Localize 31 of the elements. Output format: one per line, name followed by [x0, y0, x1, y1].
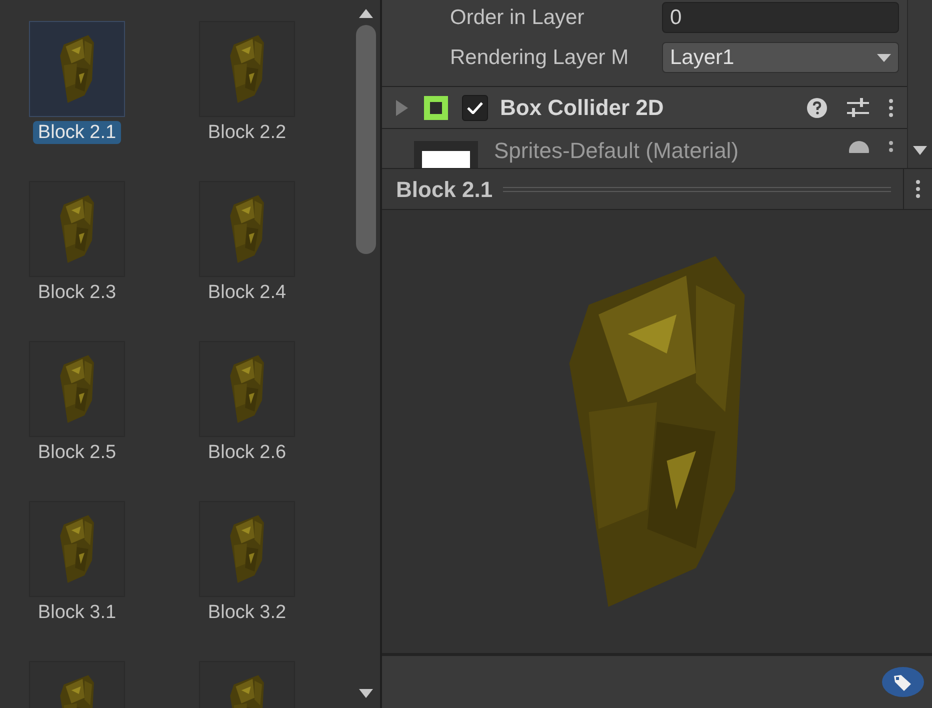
- enable-checkbox[interactable]: [462, 94, 488, 121]
- number-field[interactable]: 0: [662, 2, 899, 33]
- help-icon[interactable]: [849, 141, 869, 154]
- material-name: Sprites-Default (Material): [494, 138, 740, 164]
- checkmark-icon: [467, 102, 483, 114]
- collider-icon: [424, 96, 448, 120]
- scroll-up-arrow-icon[interactable]: [359, 9, 373, 18]
- asset-label[interactable]: Block 2.4: [202, 281, 292, 304]
- asset-label[interactable]: Block 2.3: [32, 281, 122, 304]
- more-options-icon[interactable]: [889, 98, 893, 117]
- asset-label[interactable]: Block 3.1: [32, 601, 122, 624]
- layer-dropdown[interactable]: Layer1: [662, 42, 899, 73]
- more-options-icon[interactable]: [916, 180, 920, 198]
- dropdown-caret-icon: [877, 54, 891, 62]
- asset-label[interactable]: Block 2.6: [202, 441, 292, 464]
- asset-label[interactable]: Block 2.2: [202, 121, 292, 144]
- tag-icon[interactable]: [882, 667, 924, 697]
- component-title: Box Collider 2D: [500, 94, 665, 122]
- scroll-down-arrow-icon[interactable]: [913, 146, 927, 155]
- foldout-arrow-icon[interactable]: [394, 100, 408, 116]
- field-label: Rendering Layer M: [450, 44, 630, 71]
- more-options-icon[interactable]: [889, 141, 893, 154]
- sliders-icon[interactable]: [847, 98, 869, 118]
- asset-label[interactable]: Block 2.1: [32, 121, 122, 144]
- scrollbar-thumb[interactable]: [356, 25, 376, 254]
- scroll-down-arrow-icon[interactable]: [359, 689, 373, 698]
- asset-label[interactable]: Block 2.5: [32, 441, 122, 464]
- field-label: Order in Layer: [450, 4, 586, 31]
- help-icon[interactable]: [807, 98, 827, 118]
- asset-label[interactable]: Block 3.2: [202, 601, 292, 624]
- preview-title: Block 2.1: [395, 176, 494, 204]
